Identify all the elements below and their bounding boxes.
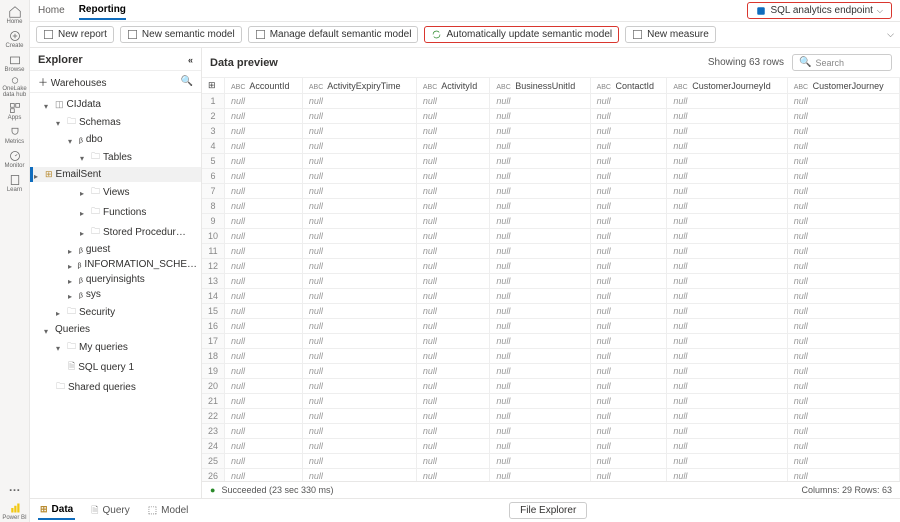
tree-node-guest[interactable]: ᵦguest xyxy=(30,242,201,257)
search-warehouse-icon[interactable]: 🔍 xyxy=(181,76,193,87)
table-row[interactable]: 26nullnullnullnullnullnullnull xyxy=(202,469,900,482)
rail-powerbi[interactable]: Power BI xyxy=(1,500,29,522)
table-row[interactable]: 14nullnullnullnullnullnullnull xyxy=(202,289,900,304)
table-row[interactable]: 12nullnullnullnullnullnullnull xyxy=(202,259,900,274)
column-header[interactable]: ABC ContactId xyxy=(590,78,667,94)
column-header[interactable]: ABC CustomerJourney xyxy=(787,78,899,94)
data-grid[interactable]: ⊞ABC AccountIdABC ActivityExpiryTimeABC … xyxy=(202,78,900,481)
column-header[interactable]: ABC BusinessUnitId xyxy=(490,78,590,94)
table-row[interactable]: 23nullnullnullnullnullnullnull xyxy=(202,424,900,439)
rail-create[interactable]: Create xyxy=(1,28,29,50)
mode-selector[interactable]: SQL analytics endpoint ⌵ xyxy=(747,2,892,19)
table-row[interactable]: 16nullnullnullnullnullnullnull xyxy=(202,319,900,334)
toolbar-chevron-icon[interactable]: ⌵ xyxy=(887,29,894,40)
tree-node-functions[interactable]: Functions xyxy=(30,202,201,222)
explorer-panel: Explorer « ＋ Warehouses 🔍 CIJdata Schema… xyxy=(30,48,202,498)
table-row[interactable]: 2nullnullnullnullnullnullnull xyxy=(202,109,900,124)
auto-update-semantic-model-button[interactable]: Automatically update semantic model xyxy=(424,26,619,43)
tab-reporting[interactable]: Reporting xyxy=(79,1,126,20)
showing-rows-label: Showing 63 rows xyxy=(708,57,784,68)
table-row[interactable]: 22nullnullnullnullnullnullnull xyxy=(202,409,900,424)
table-row[interactable]: 1nullnullnullnullnullnullnull xyxy=(202,94,900,109)
rail-apps[interactable]: Apps xyxy=(1,100,29,122)
tree-node-views[interactable]: Views xyxy=(30,182,201,202)
bottom-tabs: Data Query ⬚Model File Explorer xyxy=(30,498,900,522)
tree-node-tables[interactable]: Tables xyxy=(30,147,201,167)
table-row[interactable]: 17nullnullnullnullnullnullnull xyxy=(202,334,900,349)
footer-columns-rows: Columns: 29 Rows: 63 xyxy=(801,485,892,495)
top-tabs: Home Reporting SQL analytics endpoint ⌵ xyxy=(30,0,900,22)
table-row[interactable]: 4nullnullnullnullnullnullnull xyxy=(202,139,900,154)
tree-node-my-queries[interactable]: My queries xyxy=(30,337,201,357)
bottom-tab-model[interactable]: ⬚Model xyxy=(146,502,191,519)
table-row[interactable]: 13nullnullnullnullnullnullnull xyxy=(202,274,900,289)
file-explorer-button[interactable]: File Explorer xyxy=(509,502,587,519)
table-row[interactable]: 11nullnullnullnullnullnullnull xyxy=(202,244,900,259)
data-preview-title: Data preview xyxy=(210,57,278,69)
rail-metrics[interactable]: Metrics xyxy=(1,124,29,146)
table-row[interactable]: 19nullnullnullnullnullnullnull xyxy=(202,364,900,379)
explorer-title: Explorer xyxy=(38,54,83,66)
search-icon: 🔍 xyxy=(799,57,811,68)
tree-node-queries[interactable]: Queries xyxy=(30,322,201,337)
rail-onelake[interactable]: OneLake data hub xyxy=(1,76,29,98)
rail-monitor[interactable]: Monitor xyxy=(1,148,29,170)
table-row[interactable]: 7nullnullnullnullnullnullnull xyxy=(202,184,900,199)
table-row[interactable]: 15nullnullnullnullnullnullnull xyxy=(202,304,900,319)
collapse-explorer-icon[interactable]: « xyxy=(188,55,193,65)
tree-node-queryinsights[interactable]: ᵦqueryinsights xyxy=(30,272,201,287)
sql-endpoint-icon xyxy=(756,6,766,16)
tree-node-information-schema[interactable]: ᵦINFORMATION_SCHE… xyxy=(30,257,201,272)
table-row[interactable]: 6nullnullnullnullnullnullnull xyxy=(202,169,900,184)
table-row[interactable]: 18nullnullnullnullnullnullnull xyxy=(202,349,900,364)
rail-more[interactable]: … xyxy=(1,476,29,498)
tree-node-security[interactable]: Security xyxy=(30,302,201,322)
tree-node-shared-queries[interactable]: Shared queries xyxy=(30,377,201,397)
table-row[interactable]: 8nullnullnullnullnullnullnull xyxy=(202,199,900,214)
table-row[interactable]: 10nullnullnullnullnullnullnull xyxy=(202,229,900,244)
table-row[interactable]: 20nullnullnullnullnullnullnull xyxy=(202,379,900,394)
bottom-tab-data[interactable]: Data xyxy=(38,501,75,520)
explorer-tree: CIJdata Schemas ᵦdbo Tables EmailSent Vi… xyxy=(30,93,201,498)
new-report-button[interactable]: New report xyxy=(36,26,114,43)
tree-node-sys[interactable]: ᵦsys xyxy=(30,287,201,302)
table-row[interactable]: 5nullnullnullnullnullnullnull xyxy=(202,154,900,169)
tree-node-dbo[interactable]: ᵦdbo xyxy=(30,132,201,147)
rail-home[interactable]: Home xyxy=(1,4,29,26)
bottom-tab-query[interactable]: Query xyxy=(89,500,131,522)
search-input[interactable]: 🔍 Search xyxy=(792,54,892,71)
table-row[interactable]: 21nullnullnullnullnullnullnull xyxy=(202,394,900,409)
tab-home[interactable]: Home xyxy=(38,2,65,19)
status-success-icon: ● xyxy=(210,485,215,495)
column-header[interactable]: ABC CustomerJourneyId xyxy=(667,78,787,94)
nav-rail: Home Create Browse OneLake data hub Apps… xyxy=(0,0,30,522)
data-preview-panel: Data preview Showing 63 rows 🔍 Search ⊞A… xyxy=(202,48,900,498)
manage-default-semantic-model-button[interactable]: Manage default semantic model xyxy=(248,26,419,43)
chevron-down-icon: ⌵ xyxy=(877,6,883,16)
column-header[interactable]: ABC AccountId xyxy=(225,78,303,94)
tree-node-schemas[interactable]: Schemas xyxy=(30,112,201,132)
new-semantic-model-button[interactable]: New semantic model xyxy=(120,26,242,43)
table-row[interactable]: 9nullnullnullnullnullnullnull xyxy=(202,214,900,229)
table-row[interactable]: 3nullnullnullnullnullnullnull xyxy=(202,124,900,139)
table-row[interactable]: 25nullnullnullnullnullnullnull xyxy=(202,454,900,469)
tree-node-sql-query-1[interactable]: SQL query 1 xyxy=(30,357,201,377)
rail-learn[interactable]: Learn xyxy=(1,172,29,194)
tree-node-stored-proc[interactable]: Stored Procedur… xyxy=(30,222,201,242)
column-header[interactable]: ABC ActivityExpiryTime xyxy=(302,78,416,94)
add-warehouse-button[interactable]: ＋ Warehouses xyxy=(38,74,107,89)
rail-browse[interactable]: Browse xyxy=(1,52,29,74)
table-row[interactable]: 24nullnullnullnullnullnullnull xyxy=(202,439,900,454)
tree-node-emailsent[interactable]: EmailSent xyxy=(30,167,201,182)
status-text: Succeeded (23 sec 330 ms) xyxy=(221,485,333,495)
toolbar: New report New semantic model Manage def… xyxy=(30,22,900,48)
mode-selector-label: SQL analytics endpoint xyxy=(770,5,872,16)
column-header[interactable]: ABC ActivityId xyxy=(416,78,489,94)
tree-node-root[interactable]: CIJdata xyxy=(30,97,201,112)
new-measure-button[interactable]: New measure xyxy=(625,26,716,43)
